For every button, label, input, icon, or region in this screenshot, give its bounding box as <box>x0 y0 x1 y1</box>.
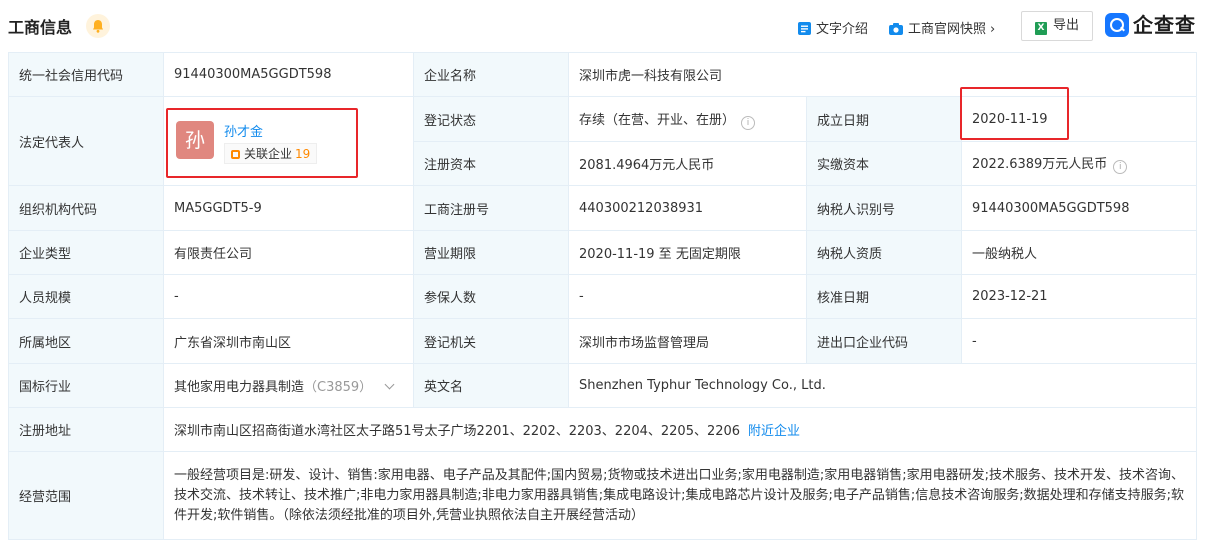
reg-status-value: 存续（在营、开业、在册） <box>579 112 736 128</box>
approval-date-value: 2023-12-21 <box>961 274 1197 319</box>
paid-capital-label: 实缴资本 <box>806 141 962 186</box>
chevron-right-icon: › <box>990 22 996 37</box>
company-type-label: 企业类型 <box>8 230 164 275</box>
authority-value: 深圳市市场监督管理局 <box>568 318 807 364</box>
credit-code-label: 统一社会信用代码 <box>8 52 164 97</box>
export-label: 导出 <box>1052 18 1079 33</box>
taxpayer-id-label: 纳税人识别号 <box>806 185 962 231</box>
region-value: 广东省深圳市南山区 <box>163 318 414 364</box>
industry-value: 其他家用电力器具制造 <box>174 380 305 395</box>
highlight-box-founded-date <box>960 87 1069 140</box>
authority-label: 登记机关 <box>413 318 569 364</box>
section-title: 工商信息 <box>8 18 73 37</box>
reg-capital-label: 注册资本 <box>413 141 569 186</box>
table-row: 所属地区 广东省深圳市南山区 登记机关 深圳市市场监督管理局 进出口企业代码 - <box>8 318 1197 364</box>
logo-text: 企查查 <box>1133 13 1196 37</box>
ie-code-value: - <box>961 318 1197 364</box>
chevron-down-icon[interactable] <box>384 379 395 390</box>
table-row: 经营范围 一般经营项目是:研发、设计、销售:家用电器、电子产品及其配件;国内贸易… <box>8 451 1197 540</box>
taxpayer-qual-label: 纳税人资质 <box>806 230 962 275</box>
industry-cell[interactable]: 其他家用电力器具制造（C3859） <box>163 363 414 408</box>
text-intro-label: 文字介绍 <box>816 22 869 37</box>
industry-label: 国标行业 <box>8 363 164 408</box>
reg-status-label: 登记状态 <box>413 96 569 142</box>
address-value: 深圳市南山区招商街道水湾社区太子路51号太子广场2201、2202、2203、2… <box>174 424 741 439</box>
section-header: 工商信息 文字介绍 工商官网快照 › X 导出 企查查 <box>0 0 1206 52</box>
text-intro-link[interactable]: 文字介绍 <box>798 18 868 39</box>
table-row: 人员规模 - 参保人数 - 核准日期 2023-12-21 <box>8 274 1197 319</box>
staff-size-label: 人员规模 <box>8 274 164 319</box>
insured-label: 参保人数 <box>413 274 569 319</box>
region-label: 所属地区 <box>8 318 164 364</box>
ie-code-label: 进出口企业代码 <box>806 318 962 364</box>
staff-size-value: - <box>163 274 414 319</box>
taxpayer-id-value: 91440300MA5GGDT598 <box>961 185 1197 231</box>
reg-capital-value: 2081.4964万元人民币 <box>568 141 807 186</box>
address-label: 注册地址 <box>8 407 164 452</box>
table-row: 注册地址 深圳市南山区招商街道水湾社区太子路51号太子广场2201、2202、2… <box>8 407 1197 452</box>
document-icon <box>798 22 811 39</box>
reg-no-label: 工商注册号 <box>413 185 569 231</box>
reg-no-value: 440300212038931 <box>568 185 807 231</box>
approval-date-label: 核准日期 <box>806 274 962 319</box>
term-value: 2020-11-19 至 无固定期限 <box>568 230 807 275</box>
scope-label: 经营范围 <box>8 451 164 540</box>
term-label: 营业期限 <box>413 230 569 275</box>
company-name-label: 企业名称 <box>413 52 569 97</box>
taxpayer-qual-value: 一般纳税人 <box>961 230 1197 275</box>
qichacha-logo-icon <box>1105 13 1129 37</box>
table-row: 企业类型 有限责任公司 营业期限 2020-11-19 至 无固定期限 纳税人资… <box>8 230 1197 275</box>
company-name-value: 深圳市虎一科技有限公司 <box>568 52 1197 97</box>
nearby-companies-link[interactable]: 附近企业 <box>748 424 800 439</box>
company-type-value: 有限责任公司 <box>163 230 414 275</box>
scope-value: 一般经营项目是:研发、设计、销售:家用电器、电子产品及其配件;国内贸易;货物或技… <box>163 451 1197 540</box>
export-button[interactable]: X 导出 <box>1021 11 1093 41</box>
snapshot-link[interactable]: 工商官网快照 › <box>889 18 995 39</box>
legal-rep-label: 法定代表人 <box>8 96 164 186</box>
paid-capital-value: 2022.6389万元人民币 <box>972 157 1108 172</box>
insured-value: - <box>568 274 807 319</box>
paid-capital-cell: 2022.6389万元人民币 i <box>961 141 1197 186</box>
industry-code: （C3859） <box>304 380 373 395</box>
excel-icon: X <box>1034 22 1047 35</box>
english-name-label: 英文名 <box>413 363 569 408</box>
org-code-label: 组织机构代码 <box>8 185 164 231</box>
org-code-value: MA5GGDT5-9 <box>163 185 414 231</box>
camera-icon <box>889 23 903 39</box>
highlight-box-legal-rep <box>166 108 358 178</box>
table-row: 国标行业 其他家用电力器具制造（C3859） 英文名 Shenzhen Typh… <box>8 363 1197 408</box>
snapshot-label: 工商官网快照 <box>908 22 987 37</box>
founded-label: 成立日期 <box>806 96 962 142</box>
credit-code-value: 91440300MA5GGDT598 <box>163 52 414 97</box>
table-row: 组织机构代码 MA5GGDT5-9 工商注册号 440300212038931 … <box>8 185 1197 231</box>
info-icon[interactable]: i <box>1113 160 1128 174</box>
reg-status-cell: 存续（在营、开业、在册） i <box>568 96 807 142</box>
english-name-value: Shenzhen Typhur Technology Co., Ltd. <box>568 363 1197 408</box>
info-icon[interactable]: i <box>741 115 756 130</box>
bell-icon[interactable] <box>86 14 110 38</box>
address-cell: 深圳市南山区招商街道水湾社区太子路51号太子广场2201、2202、2203、2… <box>163 407 1197 452</box>
